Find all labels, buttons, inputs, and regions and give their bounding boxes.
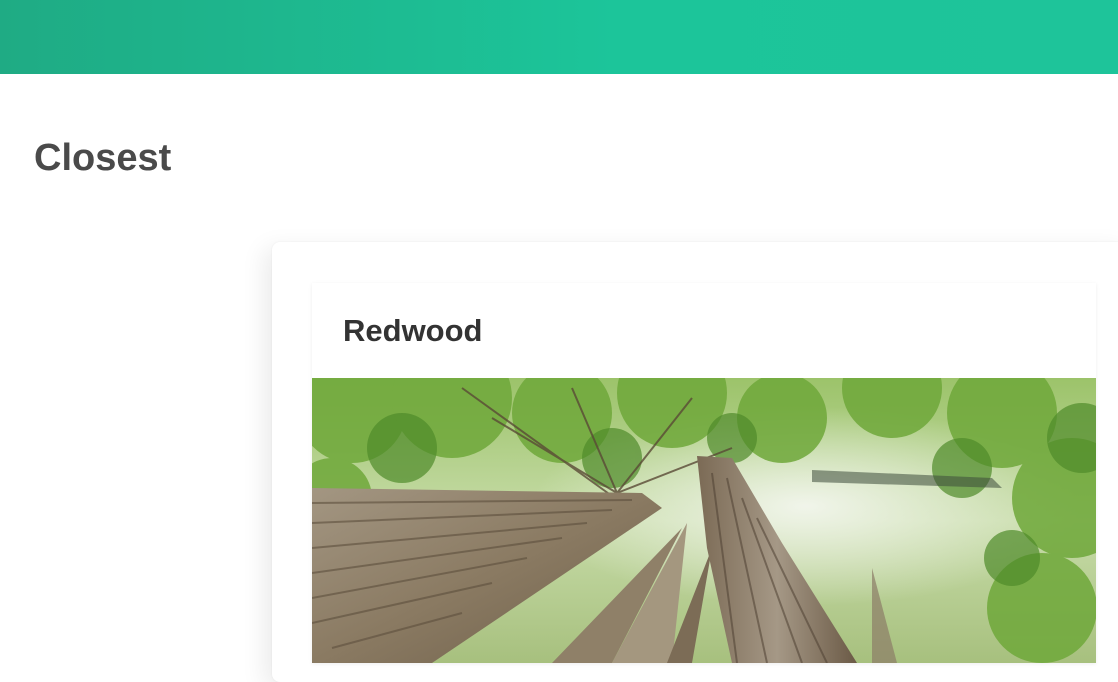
- top-app-bar: [0, 0, 1118, 74]
- tree-card[interactable]: Redwood: [312, 283, 1096, 663]
- page-title: Closest: [34, 137, 172, 179]
- redwood-photo: [312, 378, 1096, 663]
- tree-card-title: Redwood: [343, 313, 483, 348]
